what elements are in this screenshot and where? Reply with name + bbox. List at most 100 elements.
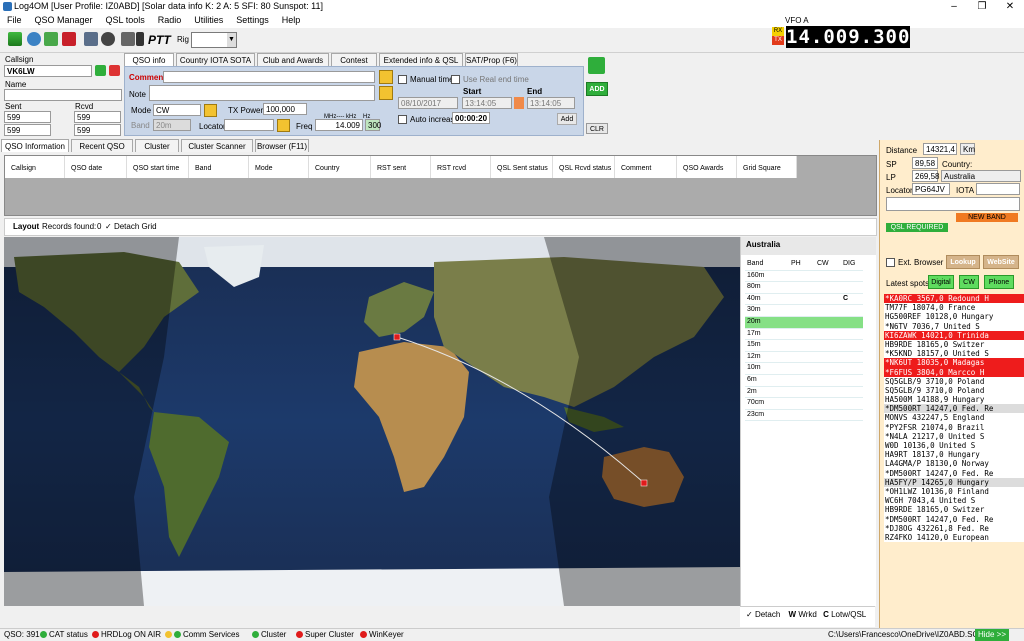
tab-contest[interactable]: Contest (F4)	[331, 53, 377, 78]
add-small-button[interactable]: Add	[557, 113, 577, 125]
menu-radio[interactable]: Radio	[151, 14, 188, 25]
menu-help[interactable]: Help	[275, 14, 307, 25]
phone-filter-button[interactable]: Phone	[984, 275, 1014, 289]
rig-select[interactable]: ▼	[191, 32, 237, 48]
rst-sent-select[interactable]: 599	[4, 124, 51, 136]
grid-column-header[interactable]: RST sent	[371, 156, 431, 178]
layout-label[interactable]: Layout	[13, 222, 39, 231]
cw-filter-button[interactable]: CW	[959, 275, 979, 289]
check-icon[interactable]	[95, 65, 106, 76]
chevron-down-icon[interactable]: ▼	[227, 33, 236, 47]
auto-increase-checkbox[interactable]	[398, 115, 407, 125]
freq-hz-input[interactable]: 300	[365, 119, 381, 131]
detach-button[interactable]: ✓ Detach	[746, 610, 780, 619]
start-time-input[interactable]: 13:14:05	[462, 97, 512, 109]
spot-item[interactable]: MONVS 432247,5 England	[884, 413, 1024, 422]
spot-item[interactable]: HB9RDE 18165,0 Switzer	[884, 505, 1024, 514]
grid-column-header[interactable]: QSO start time	[127, 156, 189, 178]
time-button[interactable]	[514, 97, 524, 109]
menu-qso-manager[interactable]: QSO Manager	[28, 14, 99, 25]
dropdown-arrow-icon[interactable]	[136, 32, 144, 46]
lookup-button[interactable]: Lookup	[946, 255, 980, 269]
spot-item[interactable]: *DM500RT 14247,0 Fed. Re	[884, 515, 1024, 524]
menu-qsl-tools[interactable]: QSL tools	[99, 14, 151, 25]
lock-icon[interactable]	[277, 119, 290, 132]
rst-sent-input[interactable]: 599	[4, 111, 51, 123]
grid-column-header[interactable]: Country	[309, 156, 371, 178]
spot-item[interactable]: W0D 10136,0 United S	[884, 441, 1024, 450]
km-label[interactable]: Km	[960, 143, 975, 155]
menu-file[interactable]: File	[0, 14, 28, 25]
maximize-button[interactable]: ❐	[968, 0, 996, 14]
band-select[interactable]: 20m	[153, 119, 191, 131]
auto-increase-option[interactable]: Auto increase	[398, 115, 459, 125]
spot-item[interactable]: *DM500RT 14247,0 Fed. Re	[884, 469, 1024, 478]
comm-services-status[interactable]: Comm Services	[165, 629, 239, 641]
spot-item[interactable]: *PY2FSR 21074,0 Brazil	[884, 423, 1024, 432]
clr-button[interactable]: CLR	[586, 123, 608, 134]
tab-extended-info-qsl[interactable]: Extended info & QSL (F5)	[379, 53, 463, 78]
wifi-icon[interactable]	[8, 32, 22, 46]
mode-select[interactable]: CW	[153, 104, 201, 116]
spot-item[interactable]: *N6TV 7036,7 United S	[884, 322, 1024, 331]
hrdlog-status[interactable]: HRDLog ON AIR	[92, 629, 161, 641]
headset-icon[interactable]	[101, 32, 115, 46]
grid-column-header[interactable]: QSO Awards	[677, 156, 737, 178]
cluster-status[interactable]: Cluster	[252, 629, 286, 641]
ext-browser-checkbox[interactable]	[886, 258, 895, 268]
spot-item[interactable]: HA5FY/P 14265,0 Hungary	[884, 477, 1024, 487]
txpower-input[interactable]: 100,000	[263, 103, 307, 115]
digital-filter-button[interactable]: Digital	[928, 275, 954, 289]
spot-item[interactable]: *DJ8OG 432261,8 Fed. Re	[884, 524, 1024, 533]
spot-item[interactable]: *DM500RT 14247,0 Fed. Re	[884, 404, 1024, 414]
spot-item[interactable]: RZ4FKO 14120,0 European	[884, 533, 1024, 542]
lock-icon[interactable]	[204, 104, 217, 117]
grid-column-header[interactable]: Grid Square	[737, 156, 797, 178]
arrows-icon[interactable]	[44, 32, 58, 46]
real-end-time-checkbox[interactable]	[451, 75, 460, 85]
grid-column-header[interactable]: Comment	[615, 156, 677, 178]
spot-item[interactable]: *F6FUS 3804,0 Marcco H	[884, 367, 1024, 377]
spot-item[interactable]: HA500M 14188,9 Hungary	[884, 395, 1024, 404]
rst-rcvd-select[interactable]: 599	[74, 124, 121, 136]
tab-recent-qso[interactable]: Recent QSO (F8)	[71, 139, 133, 164]
spot-item[interactable]: *N4LA 21217,0 United S	[884, 432, 1024, 441]
ptt-label[interactable]: PTT	[148, 33, 171, 47]
globe-icon[interactable]	[27, 32, 41, 46]
detach-grid-button[interactable]: ✓ Detach Grid	[105, 222, 157, 231]
tab-qso-info[interactable]: QSO info (F1)	[124, 53, 174, 78]
spots-list[interactable]: *KA0RC 3567,0 Redound H TM77F 18074,0 Fr…	[884, 294, 1024, 542]
grid-column-header[interactable]: QSL Sent status	[491, 156, 553, 178]
spot-item[interactable]: *NK6UT 18035,0 Madagas	[884, 358, 1024, 368]
save-icon[interactable]	[588, 57, 605, 74]
tab-cluster[interactable]: Cluster (F9)	[135, 139, 179, 164]
lock-icon[interactable]	[379, 70, 393, 84]
spot-item[interactable]: *KA0RC 3567,0 Redound H	[884, 294, 1024, 304]
hide-button[interactable]: Hide >>	[975, 629, 1010, 641]
dx-marker[interactable]	[640, 479, 648, 487]
book-icon[interactable]	[62, 32, 76, 46]
name-input[interactable]	[4, 89, 122, 101]
eraser-icon[interactable]	[109, 65, 120, 76]
cat-status[interactable]: CAT status	[40, 629, 88, 641]
spot-item[interactable]: HA9RT 18137,0 Hungary	[884, 450, 1024, 459]
home-marker[interactable]	[393, 333, 401, 341]
tab-browser[interactable]: Browser (F11)	[255, 139, 309, 152]
grid-column-header[interactable]: QSL Rcvd status	[553, 156, 615, 178]
end-time-input[interactable]: 13:14:05	[527, 97, 575, 109]
date-input[interactable]: 08/10/2017	[398, 97, 458, 109]
spot-item[interactable]: LA4GMA/P 18130,0 Norway	[884, 459, 1024, 468]
lock-icon[interactable]	[379, 86, 393, 100]
spot-item[interactable]: SQ5GLB/9 3710,0 Poland	[884, 377, 1024, 386]
grid-column-header[interactable]: Callsign	[5, 156, 65, 178]
tab-qso-information[interactable]: QSO Information (F7)	[1, 139, 69, 164]
spot-item[interactable]: KI6ZAWK 14021,0 Trinida	[884, 330, 1024, 340]
auto-increase-input[interactable]: 00:00:20	[452, 112, 490, 124]
spot-item[interactable]: WC6H 7043,4 United S	[884, 496, 1024, 505]
users-icon[interactable]	[84, 32, 98, 46]
spot-item[interactable]: HB9RDE 18165,0 Switzer	[884, 340, 1024, 349]
close-button[interactable]: ✕	[996, 0, 1024, 14]
spot-item[interactable]: TM77F 18074,0 France	[884, 303, 1024, 312]
winkeyer-status[interactable]: WinKeyer	[360, 629, 404, 641]
tab-club-awards[interactable]: Club and Awards (F3)	[257, 53, 329, 78]
